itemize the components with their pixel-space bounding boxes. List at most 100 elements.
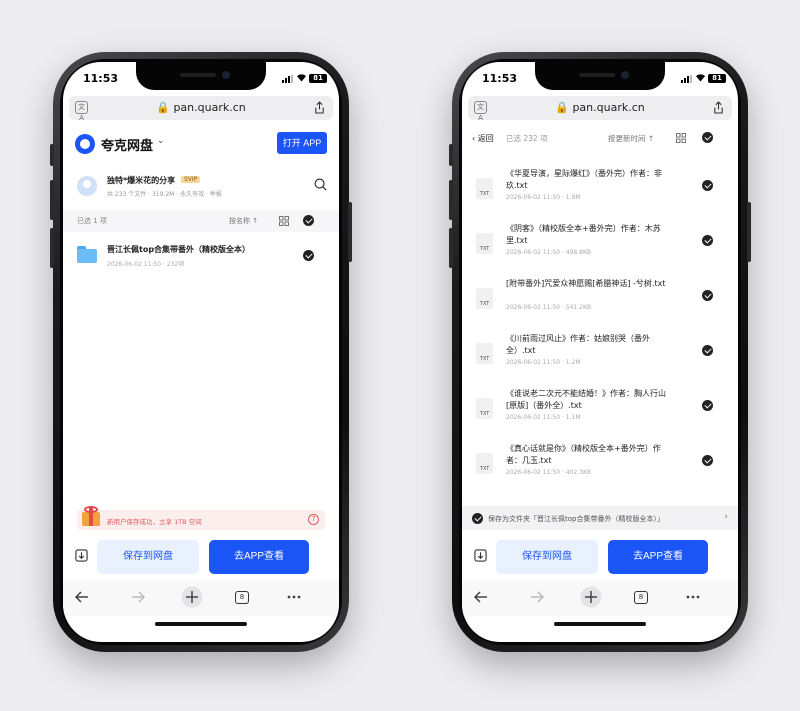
new-tab-plus-icon[interactable] (580, 586, 602, 608)
share-meta: 共 233 个文件 · 319.2M · 永久有效 · 举报 (107, 191, 222, 198)
list-item[interactable]: TXT [附带番外]咒爱众神愿赐[希腊神话] -兮树.txt 2026-06-0… (462, 268, 738, 323)
forward-arrow-icon[interactable] (129, 588, 147, 606)
view-in-app-button[interactable]: 去APP查看 (209, 540, 309, 574)
txt-file-icon: TXT (476, 178, 493, 199)
file-checkbox[interactable] (702, 290, 713, 301)
notch (535, 62, 665, 90)
action-bar: 保存到网盘 去APP查看 (462, 536, 738, 578)
quark-logo-icon (75, 134, 95, 154)
file-meta: 2026-06-02 11:50 · 1.1M (506, 414, 581, 421)
list-item[interactable]: TXT 《真心话就是你》（精校版全本+番外完）作者：几玉.txt 2026-06… (462, 433, 738, 488)
folder-meta: 2026-06-02 11:50 · 232项 (107, 261, 185, 268)
volume-up-button (449, 180, 453, 220)
notch (136, 62, 266, 90)
promo-banner[interactable]: 新用户保存成功，立享 1TB 空间 ? (77, 506, 325, 530)
grid-view-icon[interactable] (676, 133, 686, 143)
search-icon[interactable] (314, 178, 327, 191)
save-to-drive-button[interactable]: 保存到网盘 (97, 540, 199, 574)
browser-toolbar: 8 (462, 580, 738, 616)
file-name: 《真心话就是你》（精校版全本+番外完）作者：几玉.txt (506, 444, 661, 465)
chevron-right-icon[interactable]: › (724, 512, 728, 522)
folder-icon (77, 246, 97, 263)
cellular-signal-icon (681, 75, 692, 83)
back-arrow-icon[interactable] (472, 588, 490, 606)
file-name: 《谁说老二次元不能结婚！》作者：胸人行山[原版]（番外全）.txt (506, 389, 666, 410)
forward-arrow-icon[interactable] (528, 588, 546, 606)
list-item[interactable]: TXT 《川前雨过风止》作者：姑娘别哭（番外全）.txt 2026-06-02 … (462, 323, 738, 378)
share-icon[interactable] (713, 101, 724, 114)
folder-row[interactable]: 晋江长佩top合集带番外（精校版全本） 2026-06-02 11:50 · 2… (63, 238, 339, 278)
avatar (77, 176, 97, 196)
share-info: 独特*爆米花的分享 SVIP 共 233 个文件 · 319.2M · 永久有效… (63, 168, 339, 208)
grid-view-icon[interactable] (279, 216, 289, 226)
status-time: 11:53 (83, 72, 119, 85)
browser-toolbar: 8 (63, 580, 339, 616)
download-icon[interactable] (75, 549, 88, 562)
promo-text: 新用户保存成功，立享 1TB 空间 (107, 518, 202, 526)
view-in-app-button[interactable]: 去APP查看 (608, 540, 708, 574)
address-bar[interactable]: 文A 🔒 pan.quark.cn (468, 96, 732, 122)
action-bar: 保存到网盘 去APP查看 (63, 536, 339, 578)
download-icon[interactable] (474, 549, 487, 562)
tabs-count-icon[interactable]: 8 (634, 591, 648, 604)
selection-bar: 已选 1 项 按名称 ↑ (63, 210, 339, 232)
back-arrow-icon[interactable] (73, 588, 91, 606)
chevron-down-icon[interactable]: ⌄ (157, 136, 165, 146)
sort-button[interactable]: 按更新时间 ↑ (608, 133, 654, 144)
file-checkbox[interactable] (702, 455, 713, 466)
list-item[interactable]: TXT 《谁说老二次元不能结婚！》作者：胸人行山[原版]（番外全）.txt 20… (462, 378, 738, 433)
select-all-checkbox[interactable] (303, 215, 314, 226)
new-tab-plus-icon[interactable] (181, 586, 203, 608)
app-name: 夸克网盘 (101, 139, 154, 154)
svip-badge: SVIP (181, 176, 201, 183)
gift-icon (81, 504, 101, 526)
open-app-button[interactable]: 打开 APP (277, 132, 327, 154)
sort-button[interactable]: 按名称 ↑ (229, 216, 258, 226)
power-button (348, 202, 352, 262)
folder-checkbox[interactable] (303, 250, 314, 261)
file-checkbox[interactable] (702, 345, 713, 356)
back-button[interactable]: ‹ 返回 (472, 133, 494, 144)
file-meta: 2026-06-02 11:50 · 1.2M (506, 359, 581, 366)
more-dots-icon[interactable] (684, 588, 702, 606)
more-dots-icon[interactable] (285, 588, 303, 606)
volume-up-button (50, 180, 54, 220)
screen-right: 11:53 81 文A 🔒 pan.quark.cn ‹ 返回 已选 232 项… (462, 62, 738, 642)
file-checkbox[interactable] (702, 235, 713, 246)
tabs-count-icon[interactable]: 8 (235, 591, 249, 604)
file-checkbox[interactable] (702, 400, 713, 411)
share-title: 独特*爆米花的分享 (107, 176, 176, 185)
url-text[interactable]: 🔒 pan.quark.cn (69, 101, 333, 114)
address-bar[interactable]: 文A 🔒 pan.quark.cn (69, 96, 333, 122)
save-as-folder-row[interactable]: 保存为文件夹「晋江长佩top合集带番外（精校版全本）」 › (462, 506, 738, 530)
select-all-checkbox[interactable] (702, 132, 713, 143)
save-as-folder-checkbox[interactable] (472, 513, 483, 524)
save-as-folder-text: 保存为文件夹「晋江长佩top合集带番外（精校版全本）」 (488, 515, 664, 523)
file-checkbox[interactable] (702, 180, 713, 191)
home-indicator[interactable] (155, 622, 247, 626)
help-icon[interactable]: ? (308, 514, 319, 525)
wifi-icon (696, 74, 705, 82)
file-name: 《川前雨过风止》作者：姑娘别哭（番外全）.txt (506, 334, 650, 355)
battery-icon: 81 (708, 74, 726, 83)
list-item[interactable]: TXT 《华夏导演，星际爆红》（番外完）作者：非玖.txt 2026-06-02… (462, 158, 738, 213)
url-text[interactable]: 🔒 pan.quark.cn (468, 101, 732, 114)
file-meta: 2026-06-02 11:50 · 498.8KB (506, 249, 592, 256)
status-time: 11:53 (482, 72, 518, 85)
selected-count: 已选 232 项 (506, 134, 548, 143)
list-item[interactable]: TXT 《阴客》（精校版全本+番外完）作者：木苏里.txt 2026-06-02… (462, 213, 738, 268)
home-indicator[interactable] (554, 622, 646, 626)
txt-file-icon: TXT (476, 288, 493, 309)
share-icon[interactable] (314, 101, 325, 114)
mute-switch (449, 144, 453, 166)
txt-file-icon: TXT (476, 398, 493, 419)
file-name: 《华夏导演，星际爆红》（番外完）作者：非玖.txt (506, 169, 662, 190)
screen-left: 11:53 81 文A 🔒 pan.quark.cn 夸克网盘 ⌄ 打开 APP… (63, 62, 339, 642)
file-name: [附带番外]咒爱众神愿赐[希腊神话] -兮树.txt (506, 279, 666, 288)
volume-down-button (449, 228, 453, 268)
txt-file-icon: TXT (476, 343, 493, 364)
selected-count: 已选 1 项 (77, 217, 107, 225)
phone-right: 11:53 81 文A 🔒 pan.quark.cn ‹ 返回 已选 232 项… (449, 52, 751, 652)
mute-switch (50, 144, 54, 166)
save-to-drive-button[interactable]: 保存到网盘 (496, 540, 598, 574)
